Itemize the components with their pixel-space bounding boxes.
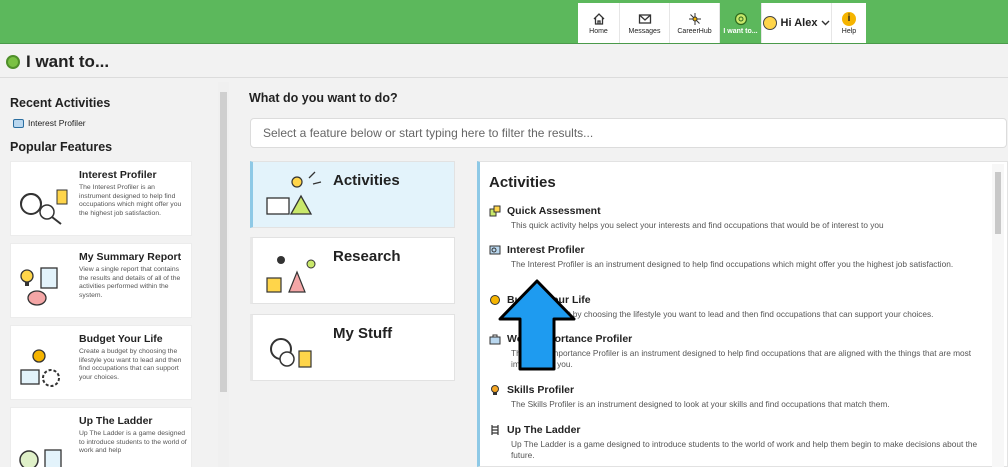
nav-help-label: Help — [841, 27, 857, 35]
target-icon — [734, 12, 747, 25]
category-label: Activities — [333, 172, 400, 189]
profiler-icon — [13, 118, 24, 128]
activity-name: Skills Profiler — [507, 384, 575, 396]
avatar — [762, 16, 777, 30]
activity-quick-assessment[interactable]: Quick Assessment This quick activity hel… — [489, 205, 979, 231]
category-card-my-stuff[interactable]: My Stuff — [250, 314, 455, 381]
feature-title: My Summary Report — [79, 251, 182, 263]
category-label: Research — [333, 248, 401, 265]
info-icon: i — [842, 11, 856, 26]
category-label: My Stuff — [333, 325, 393, 342]
activities-art-icon — [266, 171, 322, 215]
home-icon — [593, 12, 604, 25]
activity-description: Up The Ladder is a game designed to intr… — [511, 439, 978, 460]
popular-features-heading: Popular Features — [10, 140, 113, 154]
user-menu[interactable]: Hi Alex — [762, 3, 832, 43]
activity-up-the-ladder[interactable]: Up The Ladder Up The Ladder is a game de… — [489, 424, 979, 461]
research-art-icon — [266, 256, 316, 293]
user-greeting: Hi Alex — [780, 17, 818, 29]
panel-scrollbar[interactable] — [992, 164, 1004, 467]
ladder-icon — [491, 425, 499, 435]
activity-description: The Skills Profiler is an instrument des… — [511, 399, 890, 409]
feature-card-up-the-ladder[interactable]: Up The Ladder Up The Ladder is a game de… — [10, 407, 192, 467]
nav-i-want-to[interactable]: I want to... — [720, 3, 762, 43]
magnifier-headphones-icon — [20, 189, 68, 225]
feature-description: Up The Ladder is a game designed to intr… — [79, 430, 187, 455]
page-title: I want to... — [6, 52, 109, 72]
category-card-research[interactable]: Research — [250, 237, 455, 304]
skills-icon — [491, 385, 499, 395]
feature-card-summary-report[interactable]: My Summary Report View a single report t… — [10, 243, 192, 318]
activity-description: This quick activity helps you select you… — [511, 220, 884, 230]
nav-careerhub[interactable]: CareerHub — [670, 3, 720, 43]
puzzle-icon — [489, 205, 501, 217]
recent-item-label: Interest Profiler — [28, 118, 86, 128]
my-stuff-art-icon — [270, 338, 312, 368]
up-arrow-icon — [498, 279, 576, 371]
nav-home-label: Home — [589, 27, 608, 35]
page-title-text: I want to... — [26, 52, 110, 71]
recent-item-interest-profiler[interactable]: Interest Profiler — [13, 118, 215, 128]
activity-interest-profiler[interactable]: Interest Profiler The Interest Profiler … — [489, 244, 979, 270]
main-question: What do you want to do? — [249, 91, 398, 105]
profiler-icon — [489, 245, 501, 255]
chevron-down-icon — [821, 20, 830, 26]
target-icon — [6, 55, 20, 69]
network-icon — [688, 12, 701, 25]
coins-gear-icon — [20, 349, 60, 387]
ladder-icon — [19, 449, 62, 467]
feature-card-interest-profiler[interactable]: Interest Profiler The Interest Profiler … — [10, 161, 192, 236]
recent-activities-heading: Recent Activities — [10, 96, 111, 110]
nav-i-want-to-label: I want to... — [723, 27, 758, 35]
sidebar-scrollbar[interactable] — [218, 82, 229, 467]
top-bar: Home Messages CareerHub I want to... Hi … — [0, 0, 1008, 44]
nav-messages-label: Messages — [628, 27, 661, 35]
panel-title: Activities — [489, 174, 556, 191]
activity-description: Create a budget by choosing the lifestyl… — [511, 309, 934, 319]
envelope-icon — [638, 13, 651, 24]
feature-title: Up The Ladder — [79, 415, 153, 427]
lightbulb-brain-icon — [20, 267, 58, 306]
divider — [0, 77, 1008, 78]
panel-scroll-thumb[interactable] — [995, 172, 1001, 234]
activity-description: The Work Importance Profiler is an instr… — [511, 348, 972, 369]
filter-input[interactable]: Select a feature below or start typing h… — [250, 118, 1007, 148]
sidebar: Recent Activities Interest Profiler Popu… — [10, 82, 215, 467]
top-nav: Home Messages CareerHub I want to... Hi … — [578, 3, 866, 43]
activity-skills-profiler[interactable]: Skills Profiler The Skills Profiler is a… — [489, 384, 979, 410]
feature-description: Create a budget by choosing the lifestyl… — [79, 348, 182, 381]
nav-home[interactable]: Home — [578, 3, 620, 43]
feature-description: The Interest Profiler is an instrument d… — [79, 184, 182, 217]
feature-title: Interest Profiler — [79, 169, 157, 181]
activity-name: Quick Assessment — [507, 205, 601, 217]
sidebar-scroll-thumb[interactable] — [220, 92, 227, 392]
nav-careerhub-label: CareerHub — [677, 27, 712, 35]
activity-name: Up The Ladder — [507, 424, 581, 436]
nav-messages[interactable]: Messages — [620, 3, 670, 43]
activity-description: The Interest Profiler is an instrument d… — [511, 259, 954, 269]
category-card-activities[interactable]: Activities — [250, 161, 455, 228]
feature-title: Budget Your Life — [79, 333, 163, 345]
feature-card-budget-your-life[interactable]: Budget Your Life Create a budget by choo… — [10, 325, 192, 400]
feature-description: View a single report that contains the r… — [79, 266, 181, 299]
nav-help[interactable]: i Help — [832, 3, 866, 43]
activity-name: Interest Profiler — [507, 244, 585, 256]
